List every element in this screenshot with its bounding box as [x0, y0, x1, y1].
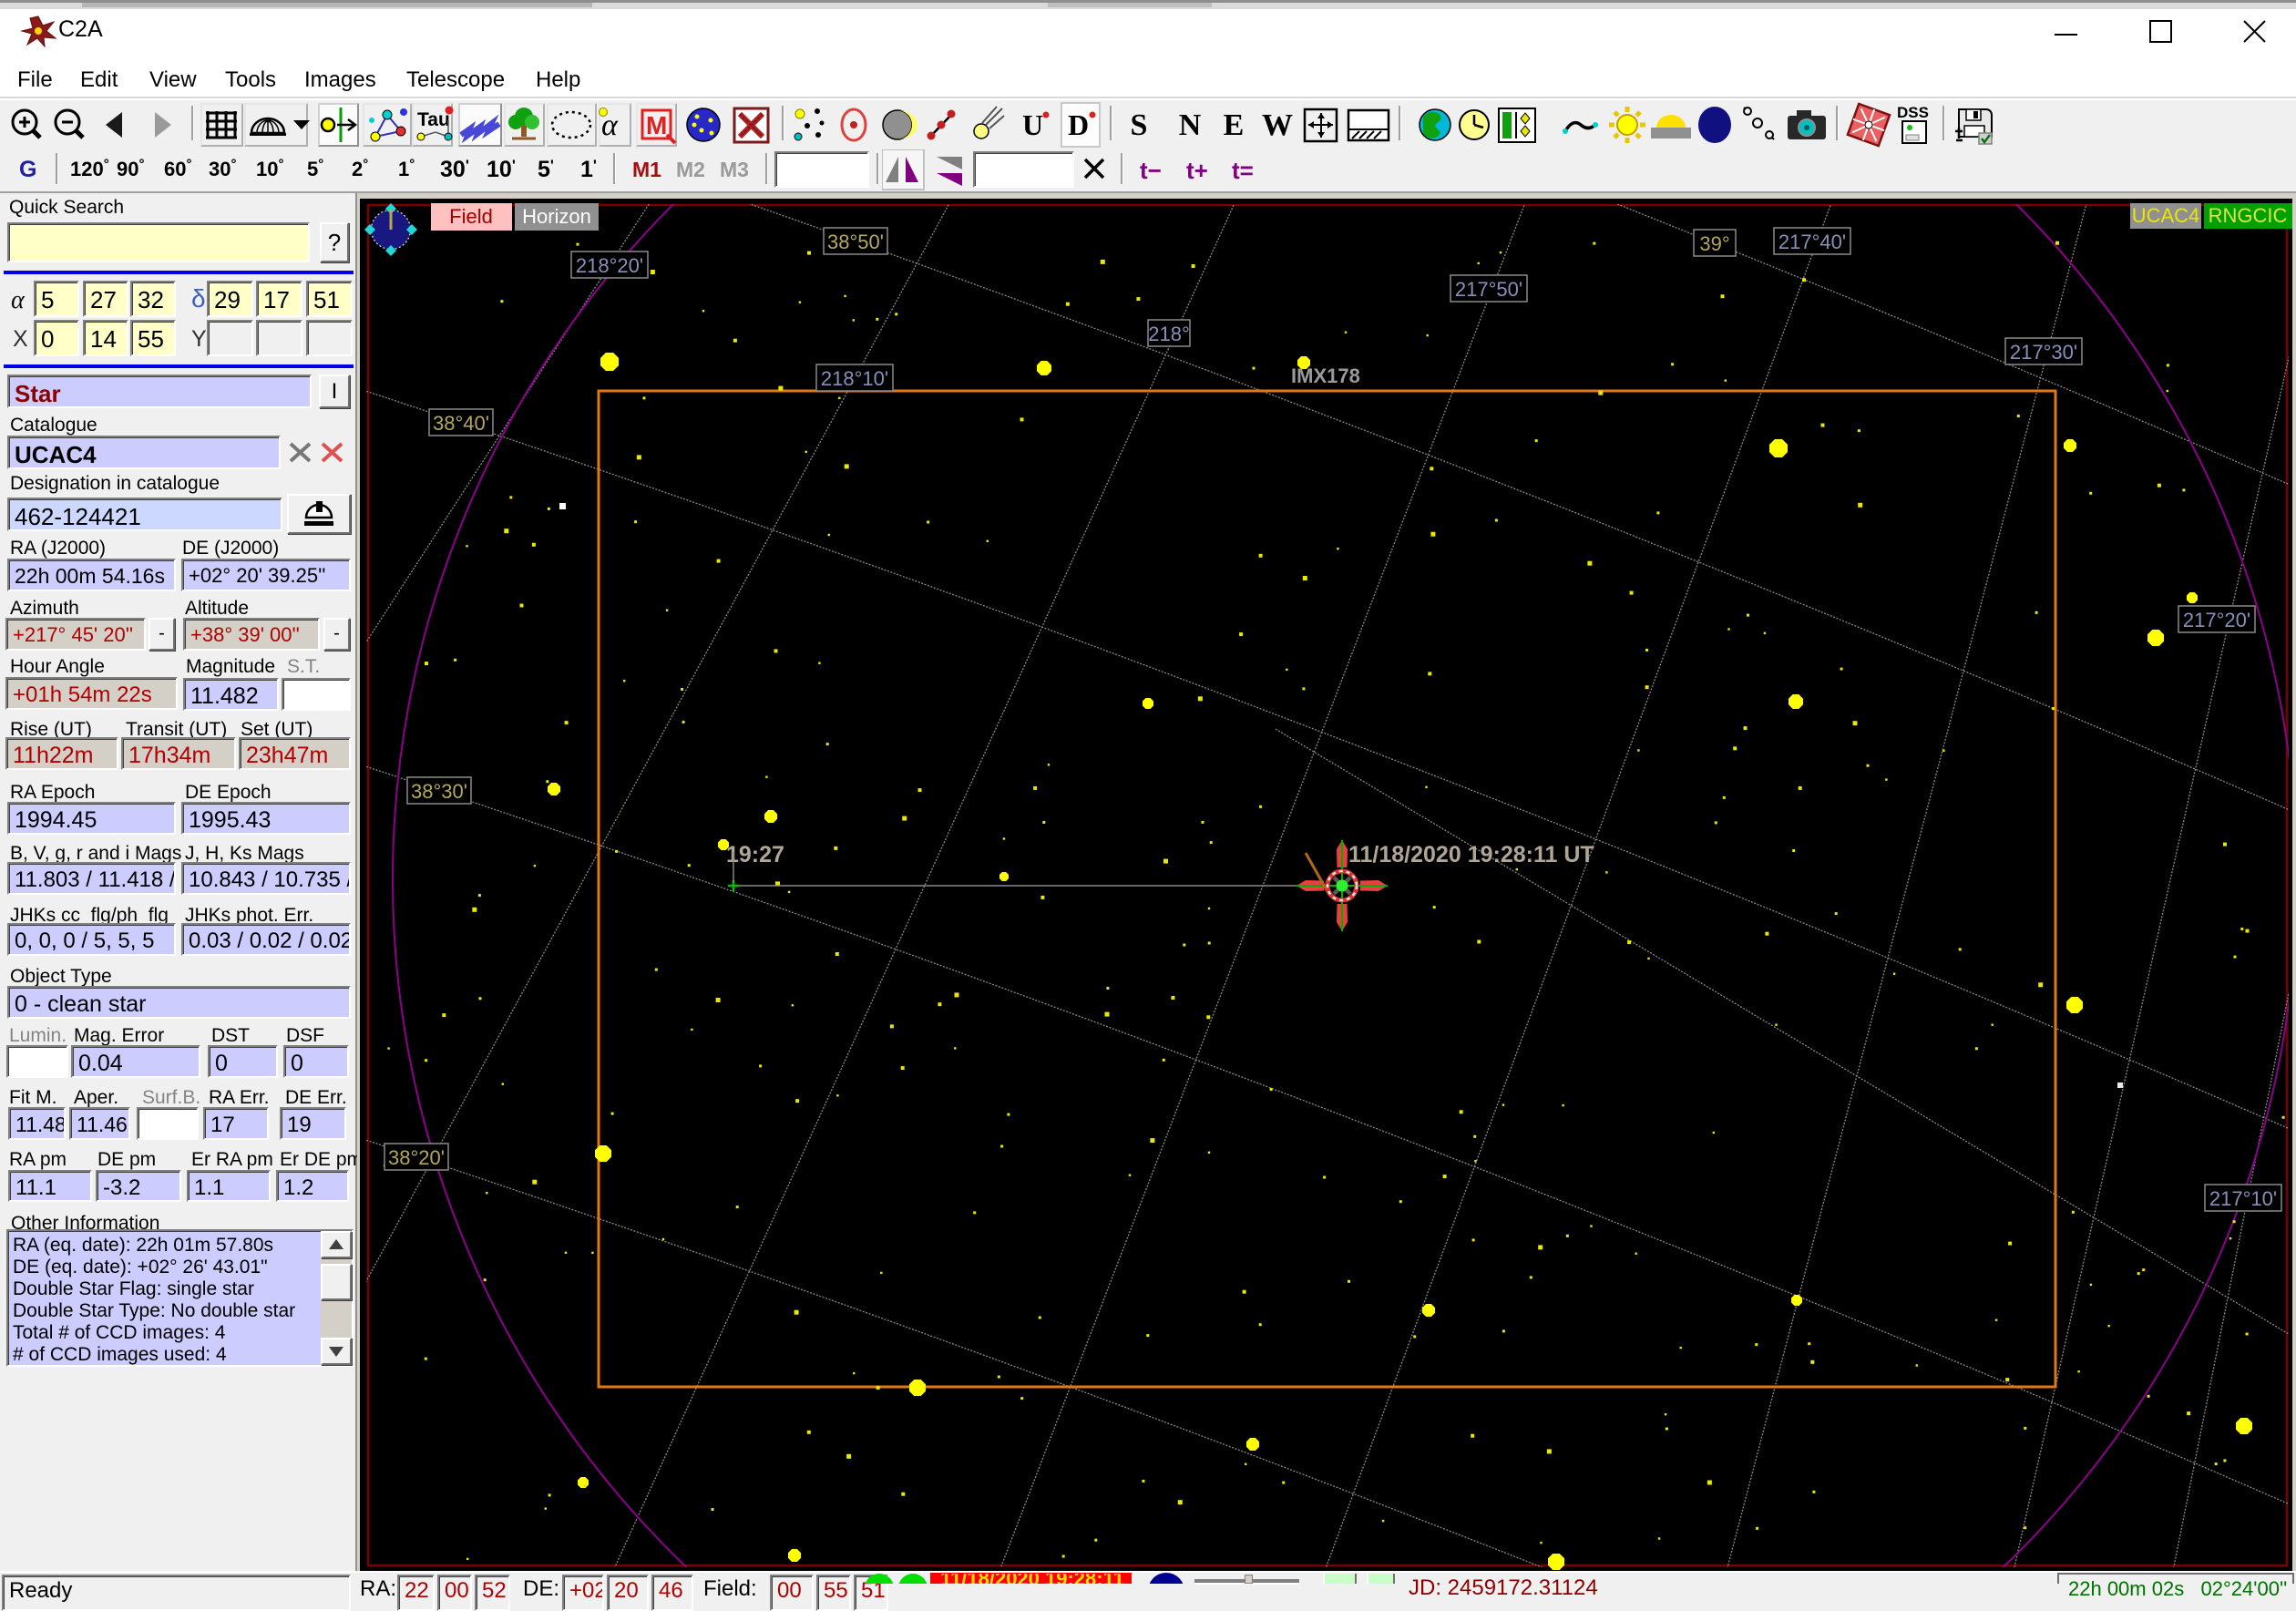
svg-text:218°10': 218°10'	[821, 367, 888, 390]
svg-text:UCAC4: UCAC4	[2132, 204, 2200, 227]
svg-text:Tau: Tau	[417, 109, 450, 130]
svg-text:N: N	[1179, 108, 1202, 142]
svg-text:Horizon: Horizon	[522, 205, 591, 228]
svg-text:U: U	[1022, 108, 1043, 141]
svg-text:Field: Field	[449, 205, 493, 228]
svg-text:DSS: DSS	[1897, 104, 1929, 121]
svg-text:38°40': 38°40'	[433, 412, 489, 435]
svg-text:11/18/2020 19:28:11 UT: 11/18/2020 19:28:11 UT	[1348, 842, 1594, 867]
svg-text:19:27: 19:27	[726, 842, 784, 867]
svg-text:38°30': 38°30'	[411, 780, 467, 803]
svg-text:217°40': 217°40'	[1778, 231, 1846, 253]
svg-text:38°20': 38°20'	[388, 1146, 445, 1169]
svg-text:218°: 218°	[1148, 323, 1190, 345]
svg-text:217°10': 217°10'	[2209, 1187, 2277, 1210]
svg-text:38°50': 38°50'	[827, 231, 884, 253]
svg-text:W: W	[1262, 108, 1293, 142]
svg-text:217°30': 217°30'	[2010, 341, 2077, 364]
svg-text:218°20': 218°20'	[576, 254, 643, 277]
svg-text:D: D	[1068, 108, 1089, 141]
svg-text:M: M	[646, 111, 667, 139]
svg-text:E: E	[1224, 108, 1245, 142]
svg-text:RNGCIC: RNGCIC	[2209, 204, 2288, 227]
svg-text:IMX178: IMX178	[1291, 364, 1360, 387]
svg-text:S: S	[1131, 108, 1148, 142]
svg-text:217°50': 217°50'	[1455, 278, 1522, 301]
svg-text:217°20': 217°20'	[2183, 609, 2250, 631]
svg-text:39°: 39°	[1699, 232, 1729, 255]
